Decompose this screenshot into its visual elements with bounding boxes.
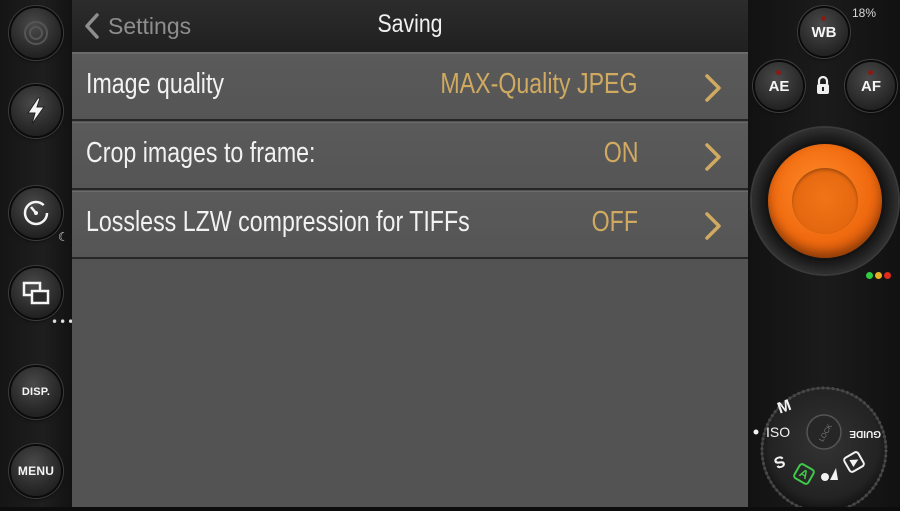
ae-indicator-led [776, 70, 781, 75]
dial-position-indicator [753, 429, 759, 435]
chevron-right-icon [705, 212, 721, 240]
lock-icon[interactable] [814, 74, 832, 96]
chevron-left-icon [85, 13, 99, 39]
right-toolbar: 18% WB AE AF LOCK M ISO S A GUIDE [748, 0, 900, 511]
frame-layout-button[interactable] [11, 268, 61, 318]
status-light-yellow [875, 272, 882, 279]
status-light-green [866, 272, 873, 279]
battery-level: 18% [851, 6, 876, 20]
white-balance-button[interactable]: WB [800, 8, 848, 56]
auto-focus-button[interactable]: AF [847, 62, 895, 110]
settings-panel: Settings Saving Image quality MAX-Qualit… [72, 0, 748, 507]
white-balance-label: WB [811, 23, 837, 41]
left-toolbar: ☾ ••• DISP. MENU [0, 0, 74, 507]
status-light-red [884, 272, 891, 279]
setting-value: ON [603, 137, 638, 169]
self-timer-icon [23, 200, 49, 226]
camera-switch-button[interactable] [11, 8, 61, 58]
auto-focus-label: AF [861, 77, 881, 95]
chevron-right-icon [705, 143, 721, 171]
auto-exposure-button[interactable]: AE [755, 62, 803, 110]
self-timer-button[interactable] [11, 188, 61, 238]
shutter-ring [752, 128, 898, 274]
night-mode-indicator: ☾ [58, 230, 69, 244]
display-button[interactable]: DISP. [11, 367, 61, 417]
mode-dial[interactable]: LOCK M ISO S A GUIDE [748, 380, 900, 511]
setting-row-lzw-compression[interactable]: Lossless LZW compression for TIFFs OFF [72, 191, 748, 259]
auto-exposure-label: AE [768, 77, 790, 95]
mode-dial-graphic: LOCK M ISO S A GUIDE [753, 386, 888, 511]
chevron-right-icon [705, 74, 721, 102]
dial-mode-iso: ISO [766, 424, 790, 440]
display-button-label: DISP. [21, 386, 51, 398]
page-title: Saving [377, 10, 443, 38]
shutter-button-center [792, 168, 858, 234]
navigation-bar: Settings Saving [72, 0, 748, 53]
menu-button-label: MENU [17, 464, 55, 478]
setting-row-image-quality[interactable]: Image quality MAX-Quality JPEG [72, 53, 748, 121]
flash-icon [27, 97, 45, 125]
setting-label: Lossless LZW compression for TIFFs [86, 206, 470, 238]
setting-label: Image quality [86, 68, 224, 100]
frame-layout-icon [22, 281, 50, 305]
setting-row-crop-images[interactable]: Crop images to frame: ON [72, 122, 748, 190]
flash-button[interactable] [11, 86, 61, 136]
camera-switch-icon [24, 21, 48, 45]
wb-indicator-led [821, 16, 826, 21]
menu-button[interactable]: MENU [11, 446, 61, 496]
af-indicator-led [868, 70, 873, 75]
setting-value: MAX-Quality JPEG [440, 68, 638, 100]
shutter-button[interactable] [768, 144, 882, 258]
dial-mode-guide: GUIDE [849, 428, 881, 439]
setting-label: Crop images to frame: [86, 137, 316, 169]
setting-value: OFF [591, 206, 638, 238]
